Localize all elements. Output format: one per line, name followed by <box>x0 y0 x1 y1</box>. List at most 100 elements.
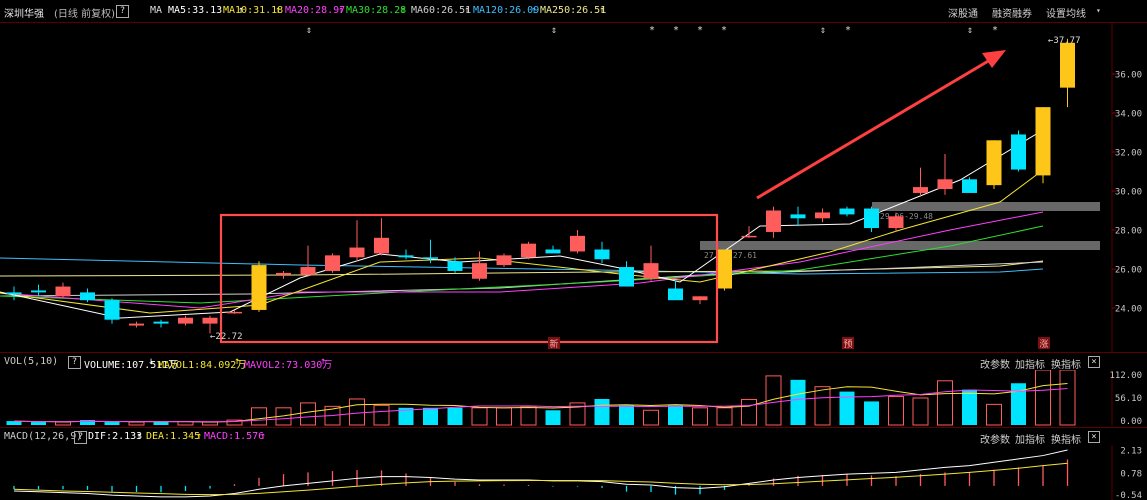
stock-name[interactable]: 深圳华强 <box>4 5 44 20</box>
volume-bar <box>55 421 71 426</box>
candle-body <box>153 321 169 324</box>
event-mark: * <box>673 25 679 36</box>
menu-margin-trading[interactable]: 融资融券 <box>992 5 1032 20</box>
ma20-arrow: ↑ <box>338 5 345 16</box>
zone-1-label: 29.06-29.48 <box>880 212 933 221</box>
marker-badge-label: 新 <box>549 338 558 350</box>
candle-body <box>619 267 634 287</box>
macd-help-icon[interactable]: ? <box>74 431 87 444</box>
volume-bar <box>104 422 120 425</box>
macd-value: MACD:1.576 <box>204 431 265 442</box>
mavol2-arrow: ↑ <box>320 356 327 367</box>
volume-bar <box>888 396 904 426</box>
chevron-down-icon[interactable]: ▾ <box>1096 6 1101 15</box>
volume-bar <box>349 398 365 426</box>
candle-body <box>839 208 855 215</box>
dif-arrow: ↑ <box>136 431 143 442</box>
macd-add-indicator[interactable]: 加指标 <box>1015 431 1045 446</box>
macd-tick-label: 0.78 <box>1120 469 1142 479</box>
price-tick-label: 36.00 <box>1115 71 1142 81</box>
volume-bar <box>986 403 1002 426</box>
help-icon[interactable]: ? <box>116 5 129 18</box>
candle-body <box>447 261 463 271</box>
volume-bar <box>471 407 488 426</box>
candle-body <box>741 235 757 238</box>
ma60-value: MA60:26.51 <box>411 5 472 16</box>
volume-bar <box>741 398 757 426</box>
candle-body <box>472 263 487 279</box>
price-tick-label: 26.00 <box>1115 266 1142 276</box>
dea-value: DEA:1.345 <box>146 431 201 442</box>
price-tick-label: 28.00 <box>1115 227 1142 237</box>
macd-tick-label: 2.13 <box>1120 447 1142 457</box>
candle-body <box>815 212 830 219</box>
volume-bar <box>202 421 218 426</box>
macd-close-icon[interactable]: × <box>1088 431 1100 443</box>
candle-body <box>227 311 242 314</box>
dea-arrow: ↑ <box>196 431 203 442</box>
ma20-line <box>0 211 1044 309</box>
volume-bar <box>937 380 953 426</box>
volume-bar <box>790 379 806 425</box>
ma250-value: MA250:26.51 <box>540 5 607 16</box>
event-mark: ⇕ <box>820 25 826 36</box>
macd-edit-params[interactable]: 改参数 <box>980 431 1010 446</box>
volume-bar <box>668 405 683 425</box>
volume-bar <box>251 407 267 426</box>
price-tick-label: 34.00 <box>1115 110 1142 120</box>
volume-bar <box>128 421 145 426</box>
volume-chart[interactable]: 112.00 56.10 0.00 <box>0 370 1147 426</box>
volume-bar <box>692 407 708 426</box>
candle-body <box>962 179 977 193</box>
event-mark: ⇕ <box>551 25 557 36</box>
marker-badge-label: 涨 <box>1039 339 1048 350</box>
candle-body <box>80 292 95 301</box>
candle-body <box>276 272 291 275</box>
volume-add-indicator[interactable]: 加指标 <box>1015 356 1045 371</box>
volume-bar <box>912 397 929 426</box>
macd-arrow: ↑ <box>260 431 267 442</box>
candle-body <box>545 249 561 254</box>
volume-help-icon[interactable]: ? <box>68 356 81 369</box>
volume-bar <box>373 404 390 426</box>
volume-bar <box>594 398 610 425</box>
ma60-arrow: ↑ <box>464 5 471 16</box>
volume-bar <box>423 407 438 425</box>
candle-body <box>913 187 928 193</box>
candle-body <box>668 288 683 301</box>
macd-header: MACD(12,26,9) ? DIF:2.133 ↑ DEA:1.345 ↑ … <box>0 427 1147 446</box>
low-price-label: ←22.72 <box>210 332 243 342</box>
volume-bar <box>496 407 512 426</box>
candle-body <box>864 208 879 229</box>
volume-header: VOL(5,10) ? VOLUME:107.511万 ↓ MAVOL1:84.… <box>0 352 1147 371</box>
candle-body <box>937 179 953 190</box>
candle-body <box>31 290 46 293</box>
ma120-arrow: ↑ <box>531 5 538 16</box>
volume-switch-indicator[interactable]: 换指标 <box>1051 356 1081 371</box>
macd-chart[interactable]: 2.13 0.78 -0.54 <box>0 445 1147 500</box>
macd-switch-indicator[interactable]: 换指标 <box>1051 431 1081 446</box>
event-mark: * <box>649 25 655 36</box>
candle-body <box>55 286 71 297</box>
volume-bar <box>31 422 46 425</box>
price-tick-label: 30.00 <box>1115 188 1142 198</box>
ma120-line <box>0 257 1044 275</box>
volume-bar <box>814 386 831 426</box>
candle-body <box>496 255 512 266</box>
menu-set-ma[interactable]: 设置均线 <box>1046 5 1086 20</box>
price-tick-label: 32.00 <box>1115 149 1142 159</box>
volume-close-icon[interactable]: × <box>1088 356 1100 368</box>
price-chart[interactable]: 36.00 34.00 32.00 30.00 28.00 26.00 24.00 29.06… <box>0 23 1147 352</box>
candle-body <box>594 249 610 260</box>
candle-body <box>202 317 218 324</box>
volume-tick-label: 56.10 <box>1115 394 1142 404</box>
ma5-value: MA5:33.13 <box>168 5 223 16</box>
dif-line <box>13 449 1068 498</box>
menu-shenguton[interactable]: 深股通 <box>948 5 978 20</box>
event-mark: * <box>721 25 727 36</box>
volume-edit-params[interactable]: 改参数 <box>980 356 1010 371</box>
candle-body <box>986 140 1002 186</box>
volume-bar <box>864 401 879 425</box>
ma250-arrow: ↑ <box>599 5 606 16</box>
mavol1-arrow: ↑ <box>234 356 241 367</box>
